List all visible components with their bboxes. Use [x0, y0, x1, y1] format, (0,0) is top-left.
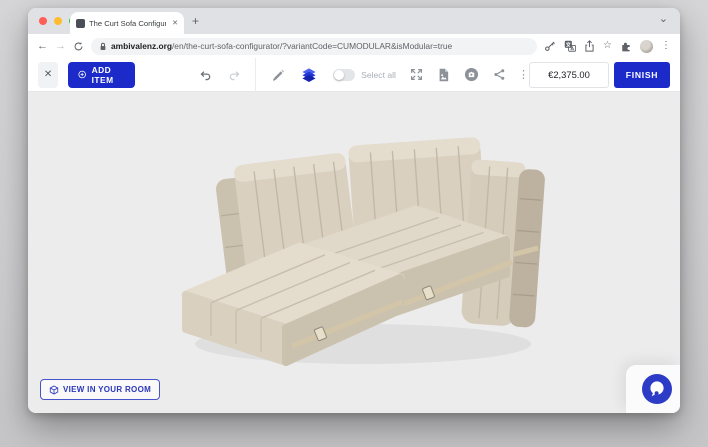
select-all-label: Select all: [361, 70, 396, 80]
browser-window: The Curt Sofa Configurator - C ✕ + ⌄ ← →…: [28, 8, 680, 413]
browser-tab[interactable]: The Curt Sofa Configurator - C ✕: [70, 12, 184, 34]
chevron-down-icon[interactable]: ⌄: [659, 12, 668, 25]
more-options-icon[interactable]: ⋮: [518, 68, 529, 81]
tab-title: The Curt Sofa Configurator - C: [89, 19, 166, 28]
tab-strip: The Curt Sofa Configurator - C ✕ + ⌄: [28, 8, 680, 34]
desktop-background: The Curt Sofa Configurator - C ✕ + ⌄ ← →…: [0, 0, 708, 447]
configurator-canvas[interactable]: VIEW IN YOUR ROOM: [28, 92, 680, 413]
camera-snapshot-button[interactable]: [464, 67, 479, 82]
toggle-knob: [334, 70, 344, 80]
toolbar-divider: [255, 58, 256, 92]
reload-button[interactable]: [73, 41, 84, 52]
configurator-toolbar: ✕ ADD ITEM Select all: [28, 58, 680, 92]
add-item-label: ADD ITEM: [92, 65, 126, 85]
chat-bubble-button[interactable]: [641, 373, 673, 405]
view-in-room-button[interactable]: VIEW IN YOUR ROOM: [40, 379, 160, 400]
translate-icon[interactable]: [564, 40, 576, 52]
url-field[interactable]: ambivalenz.org/en/the-curt-sofa-configur…: [91, 38, 537, 55]
share-button[interactable]: [493, 68, 506, 81]
address-bar: ← → ambivalenz.org/en/the-curt-sofa-conf…: [28, 34, 680, 58]
share-upload-icon[interactable]: [584, 40, 595, 52]
fullscreen-expand-button[interactable]: [410, 68, 423, 81]
undo-button[interactable]: [199, 68, 213, 82]
tab-favicon: [76, 19, 85, 28]
tab-close-icon[interactable]: ✕: [170, 19, 178, 27]
profile-avatar[interactable]: [640, 40, 653, 53]
new-tab-button[interactable]: +: [192, 14, 199, 28]
password-key-icon[interactable]: [544, 40, 556, 52]
url-text: ambivalenz.org/en/the-curt-sofa-configur…: [111, 41, 452, 51]
bookmark-star-icon[interactable]: ☆: [603, 41, 612, 51]
export-file-icon[interactable]: [437, 68, 450, 82]
ar-cube-icon: [49, 385, 59, 395]
minimize-window-button[interactable]: [54, 17, 62, 25]
plus-circle-icon: [78, 69, 86, 80]
extensions-puzzle-icon[interactable]: [620, 40, 632, 52]
close-configurator-button[interactable]: ✕: [38, 62, 58, 88]
select-all-toggle[interactable]: [333, 69, 355, 81]
url-domain: ambivalenz.org: [111, 41, 172, 51]
back-button[interactable]: ←: [37, 41, 48, 52]
price-display: €2,375.00: [529, 62, 609, 88]
close-window-button[interactable]: [39, 17, 47, 25]
redo-button[interactable]: [227, 68, 241, 82]
view-in-room-label: VIEW IN YOUR ROOM: [63, 385, 151, 394]
layers-button[interactable]: [301, 67, 317, 83]
browser-menu-icon[interactable]: ⋮: [661, 41, 671, 51]
add-item-button[interactable]: ADD ITEM: [68, 62, 135, 88]
finish-button[interactable]: FINISH: [614, 62, 670, 88]
url-path: /en/the-curt-sofa-configurator/?variantC…: [172, 41, 452, 51]
address-bar-actions: ☆ ⋮: [544, 40, 671, 53]
forward-button[interactable]: →: [55, 41, 66, 52]
sofa-3d-render[interactable]: [178, 132, 550, 372]
padlock-icon: [99, 42, 107, 51]
edit-pencil-button[interactable]: [270, 67, 285, 82]
